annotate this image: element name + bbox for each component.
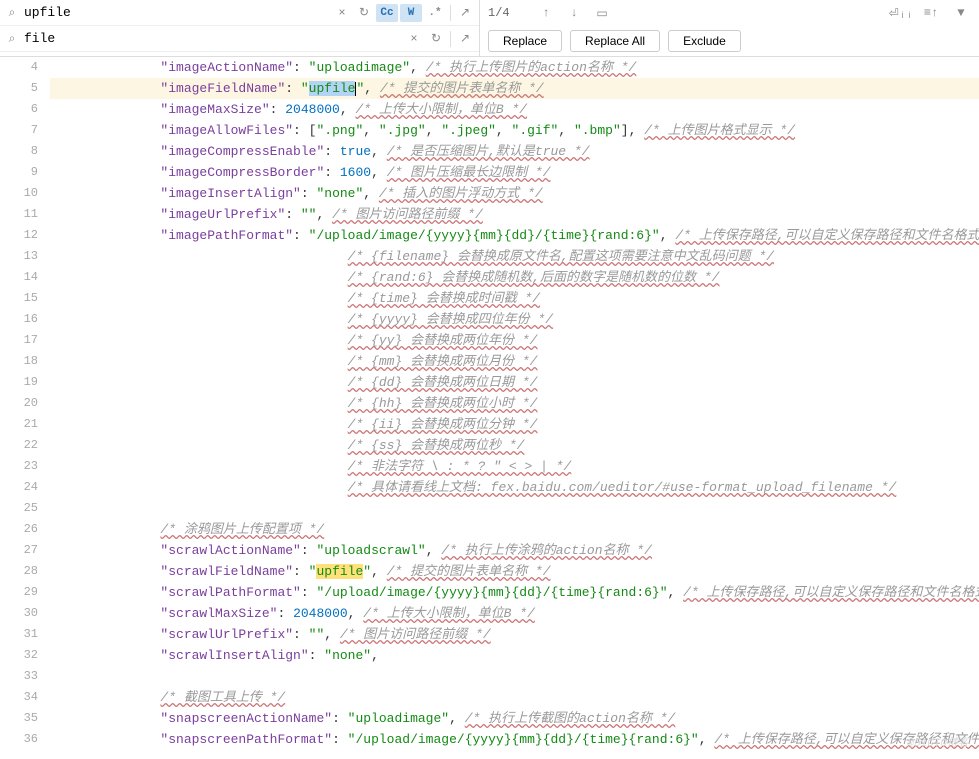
find-input[interactable]: [20, 3, 332, 22]
code-line[interactable]: "scrawlMaxSize": 2048000, /* 上传大小限制，单位B …: [50, 603, 979, 624]
settings-icon[interactable]: ≡↑: [921, 3, 941, 23]
code-line[interactable]: "scrawlActionName": "uploadscrawl", /* 执…: [50, 540, 979, 561]
new-line-icon[interactable]: ⏎ᵢᵢ: [891, 3, 911, 23]
code-line[interactable]: /* {yy} 会替换成两位年份 */: [50, 330, 979, 351]
history-icon[interactable]: ↻: [354, 3, 374, 23]
code-line[interactable]: "imageActionName": "uploadimage", /* 执行上…: [50, 57, 979, 78]
code-line[interactable]: "scrawlPathFormat": "/upload/image/{yyyy…: [50, 582, 979, 603]
code-line[interactable]: [50, 498, 979, 519]
find-replace-bar: ⌕ × ↻ Cc W .* ↗ ⌕ × ↻ ↗ 1/4: [0, 0, 979, 57]
code-line[interactable]: "scrawlUrlPrefix": "", /* 图片访问路径前缀 */: [50, 624, 979, 645]
exclude-button[interactable]: Exclude: [668, 30, 741, 52]
code-line[interactable]: /* 截图工具上传 */: [50, 687, 979, 708]
expand-icon[interactable]: ↗: [455, 29, 475, 49]
code-line[interactable]: /* {time} 会替换成时间戳 */: [50, 288, 979, 309]
code-line[interactable]: [50, 666, 979, 687]
code-line[interactable]: "imageInsertAlign": "none", /* 插入的图片浮动方式…: [50, 183, 979, 204]
code-line[interactable]: /* {rand:6} 会替换成随机数,后面的数字是随机数的位数 */: [50, 267, 979, 288]
code-line[interactable]: /* 具体请看线上文档: fex.baidu.com/ueditor/#use-…: [50, 477, 979, 498]
code-line[interactable]: "imageCompressBorder": 1600, /* 图片压缩最长边限…: [50, 162, 979, 183]
regex-toggle[interactable]: .*: [424, 4, 446, 22]
code-line[interactable]: /* {ii} 会替换成两位分钟 */: [50, 414, 979, 435]
code-line[interactable]: /* 涂鸦图片上传配置项 */: [50, 519, 979, 540]
tool-pane: 1/4 ↑ ↓ ▭ ⏎ᵢᵢ ≡↑ ▼ Replace Replace All E…: [479, 0, 979, 56]
code-line[interactable]: "scrawlFieldName": "upfile", /* 提交的图片表单名…: [50, 561, 979, 582]
replace-input[interactable]: [20, 29, 404, 48]
next-match-icon[interactable]: ↓: [564, 3, 584, 23]
code-line[interactable]: "imageMaxSize": 2048000, /* 上传大小限制，单位B *…: [50, 99, 979, 120]
code-line[interactable]: "scrawlInsertAlign": "none",: [50, 645, 979, 666]
clear-find-icon[interactable]: ×: [332, 3, 352, 23]
code-line[interactable]: /* {hh} 会替换成两位小时 */: [50, 393, 979, 414]
replace-button[interactable]: Replace: [488, 30, 562, 52]
clear-replace-icon[interactable]: ×: [404, 29, 424, 49]
find-row: ⌕ × ↻ Cc W .* ↗: [0, 0, 479, 26]
gutter: 4567891011121314151617181920212223242526…: [0, 57, 50, 759]
replace-row: ⌕ × ↻ ↗: [0, 26, 479, 52]
search-icon: ⌕: [4, 32, 20, 46]
code-line[interactable]: /* {filename} 会替换成原文件名,配置这项需要注意中文乱码问题 */: [50, 246, 979, 267]
code-line[interactable]: "snapscreenPathFormat": "/upload/image/{…: [50, 729, 979, 750]
search-pane: ⌕ × ↻ Cc W .* ↗ ⌕ × ↻ ↗: [0, 0, 479, 56]
whole-word-toggle[interactable]: W: [400, 4, 422, 22]
code-line[interactable]: "imageAllowFiles": [".png", ".jpg", ".jp…: [50, 120, 979, 141]
code-line[interactable]: /* 非法字符 \ : * ? " < > | */: [50, 456, 979, 477]
code-line[interactable]: "snapscreenActionName": "uploadimage", /…: [50, 708, 979, 729]
code-line[interactable]: "imageCompressEnable": true, /* 是否压缩图片,默…: [50, 141, 979, 162]
filter-icon[interactable]: ▼: [951, 3, 971, 23]
match-count: 1/4: [488, 6, 528, 20]
select-all-icon[interactable]: ▭: [592, 3, 612, 23]
code-line[interactable]: /* {dd} 会替换成两位日期 */: [50, 372, 979, 393]
history-icon[interactable]: ↻: [426, 29, 446, 49]
code-line[interactable]: "imagePathFormat": "/upload/image/{yyyy}…: [50, 225, 979, 246]
prev-match-icon[interactable]: ↑: [536, 3, 556, 23]
code-line[interactable]: /* {yyyy} 会替换成四位年份 */: [50, 309, 979, 330]
code-line[interactable]: /* {mm} 会替换成两位月份 */: [50, 351, 979, 372]
code-line[interactable]: /* {ss} 会替换成两位秒 */: [50, 435, 979, 456]
match-case-toggle[interactable]: Cc: [376, 4, 398, 22]
code-line[interactable]: "imageUrlPrefix": "", /* 图片访问路径前缀 */: [50, 204, 979, 225]
code-area[interactable]: "imageActionName": "uploadimage", /* 执行上…: [50, 57, 979, 759]
code-line[interactable]: "imageFieldName": "upfile", /* 提交的图片表单名称…: [50, 78, 979, 99]
replace-all-button[interactable]: Replace All: [570, 30, 660, 52]
search-icon: ⌕: [4, 6, 20, 20]
expand-icon[interactable]: ↗: [455, 3, 475, 23]
editor[interactable]: 4567891011121314151617181920212223242526…: [0, 57, 979, 759]
